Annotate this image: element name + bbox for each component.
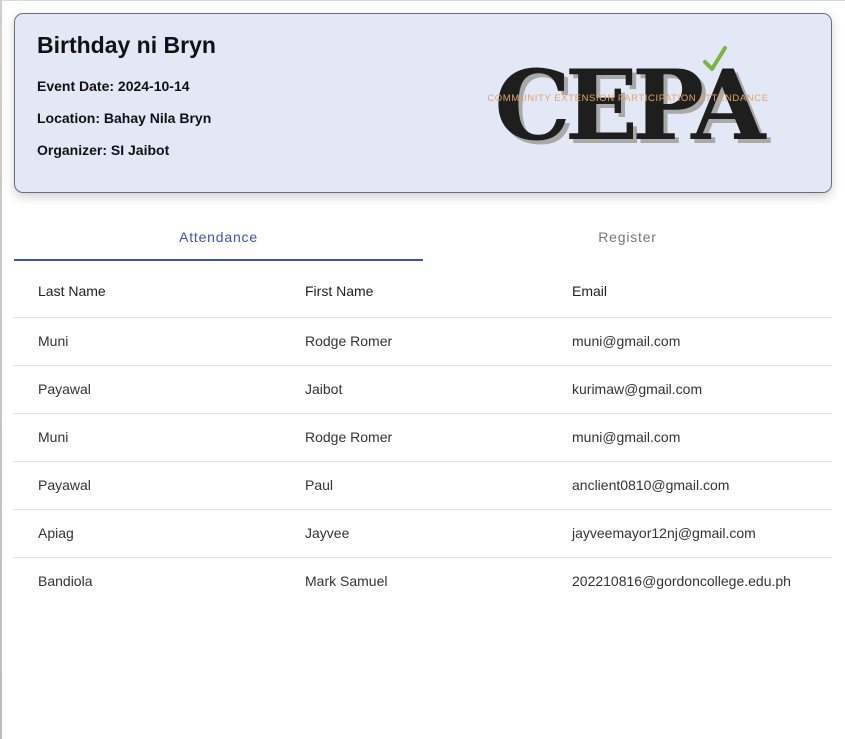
tab-register[interactable]: Register — [423, 211, 832, 263]
cell-email: jayveemayor12nj@gmail.com — [548, 509, 832, 558]
cell-email: muni@gmail.com — [548, 317, 832, 366]
event-organizer: Organizer: SI Jaibot — [37, 142, 170, 158]
cell-email: 202210816@gordoncollege.edu.ph — [572, 573, 791, 590]
table-row[interactable]: Payawal Jaibot kurimaw@gmail.com — [14, 365, 832, 414]
table-header-row: Last Name First Name Email — [14, 265, 832, 318]
table-row[interactable]: Payawal Paul anclient0810@gmail.com — [14, 461, 832, 510]
cell-last-name: Muni — [14, 317, 281, 366]
column-header-first-name[interactable]: First Name — [281, 265, 548, 318]
event-dialog: Birthday ni Bryn Event Date: 2024-10-14 … — [2, 1, 845, 739]
table-row[interactable]: Bandiola Mark Samuel 202210816@gordoncol… — [14, 557, 832, 605]
cell-first-name: Rodge Romer — [281, 413, 548, 462]
column-header-last-name[interactable]: Last Name — [14, 265, 281, 318]
cell-last-name: Payawal — [14, 461, 281, 510]
tab-attendance[interactable]: Attendance — [14, 211, 423, 263]
logo-tagline: COMMUNITY EXTENSION PARTICIPATION ATTEND… — [487, 93, 769, 104]
cell-first-name: Mark Samuel — [305, 573, 388, 590]
tab-label: Register — [598, 229, 657, 245]
cell-last-name: Bandiola — [38, 573, 93, 590]
tab-label: Attendance — [179, 229, 258, 245]
column-header-email[interactable]: Email — [548, 265, 832, 318]
cell-last-name: Payawal — [14, 365, 281, 414]
event-location: Location: Bahay Nila Bryn — [37, 110, 212, 126]
table-row[interactable]: Muni Rodge Romer muni@gmail.com — [14, 317, 832, 366]
cell-email: kurimaw@gmail.com — [548, 365, 832, 414]
cell-last-name: Muni — [14, 413, 281, 462]
tab-bar: Attendance Register — [14, 211, 832, 263]
event-title: Birthday ni Bryn — [37, 32, 216, 58]
cell-first-name: Paul — [281, 461, 548, 510]
cepa-logo: CEPA CEPA COMMUNITY EXTENSION PARTICIPAT… — [481, 44, 781, 166]
cell-email: muni@gmail.com — [548, 413, 832, 462]
table-row[interactable]: Apiag Jayvee jayveemayor12nj@gmail.com — [14, 509, 832, 558]
cell-first-name: Jayvee — [281, 509, 548, 558]
cell-email: anclient0810@gmail.com — [548, 461, 832, 510]
event-date: Event Date: 2024-10-14 — [37, 78, 190, 94]
cell-first-name: Jaibot — [281, 365, 548, 414]
attendance-table: Last Name First Name Email Muni Rodge Ro… — [14, 265, 832, 605]
table-row[interactable]: Muni Rodge Romer muni@gmail.com — [14, 413, 832, 462]
event-info-card: Birthday ni Bryn Event Date: 2024-10-14 … — [14, 13, 832, 193]
cell-first-name: Rodge Romer — [281, 317, 548, 366]
cell-last-name: Apiag — [14, 509, 281, 558]
